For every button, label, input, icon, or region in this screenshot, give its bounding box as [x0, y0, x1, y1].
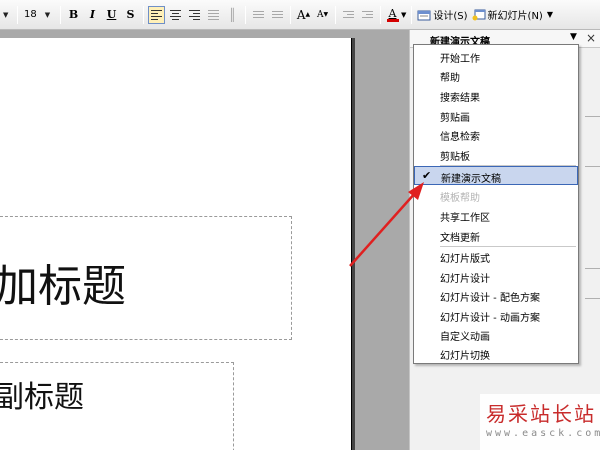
formatting-toolbar: ▼ 18 ▼ B I U S ║ A ▲ A ▼ A ▼ 设计(S) 新幻灯片(… [0, 0, 600, 30]
toolbar-divider [290, 5, 291, 24]
menu-item-getting-started[interactable]: 开始工作 [414, 47, 578, 66]
font-color-icon: A [388, 6, 397, 20]
distribute-button[interactable] [205, 6, 222, 24]
underline-button[interactable]: U [103, 6, 120, 24]
watermark-site-name: 易采站长站 [486, 402, 596, 426]
close-icon[interactable]: × [586, 31, 596, 45]
toolbar-options-icon[interactable]: ▼ [547, 10, 553, 19]
menu-item-color-schemes[interactable]: 幻灯片设计 - 配色方案 [414, 286, 578, 305]
shadow-button[interactable]: S [122, 6, 139, 24]
down-arrow-icon: ▼ [323, 11, 329, 18]
menu-item-clip-art[interactable]: 剪贴画 [414, 106, 578, 125]
slide-canvas[interactable]: 加标题 副标题 [0, 38, 352, 450]
italic-button[interactable]: I [84, 6, 101, 24]
menu-item-template-help[interactable]: 模板帮助 [414, 186, 578, 205]
outdent-icon [343, 11, 354, 18]
design-button[interactable]: 设计(S) [415, 5, 469, 25]
toolbar-divider [143, 5, 144, 24]
toolbar-divider [17, 5, 18, 24]
column-button[interactable]: ║ [224, 6, 241, 24]
grow-font-icon: A [296, 7, 306, 22]
new-slide-label: 新幻灯片(N) [487, 11, 543, 22]
task-pane-menu: 开始工作 帮助 搜索结果 剪贴画 信息检索 剪贴板 ✔ 新建演示文稿 模板帮助 … [413, 44, 579, 364]
chevron-down-icon: ▼ [44, 10, 51, 19]
toolbar-divider [245, 5, 246, 24]
menu-item-animation-schemes[interactable]: 幻灯片设计 - 动画方案 [414, 306, 578, 325]
menu-item-custom-animation[interactable]: 自定义动画 [414, 325, 578, 344]
site-watermark: 易采站长站 www.easck.com [480, 394, 600, 450]
toolbar-divider [411, 5, 413, 24]
increase-font-button[interactable]: A ▲ [295, 6, 312, 24]
indent-icon [362, 11, 373, 18]
design-icon [417, 10, 431, 20]
pane-divider [585, 268, 600, 269]
watermark-url: www.easck.com [486, 428, 600, 439]
menu-item-help[interactable]: 帮助 [414, 66, 578, 85]
decrease-indent-button[interactable] [340, 6, 357, 24]
pane-divider [585, 116, 600, 117]
pane-divider [585, 298, 600, 299]
menu-item-new-presentation[interactable]: ✔ 新建演示文稿 [414, 166, 578, 185]
menu-item-shared-workspace[interactable]: 共享工作区 [414, 206, 578, 225]
menu-item-document-updates[interactable]: 文档更新 [414, 226, 578, 245]
columns-icon: ║ [228, 7, 237, 22]
pane-divider [585, 166, 600, 167]
font-size-value: 18 [24, 9, 37, 20]
up-arrow-icon: ▲ [305, 11, 311, 18]
font-name-dropdown[interactable]: ▼ [0, 5, 14, 25]
bullets-icon [272, 11, 283, 18]
subtitle-placeholder-text: 副标题 [0, 380, 84, 415]
toolbar-divider [60, 5, 61, 24]
align-right-icon [189, 9, 200, 20]
align-right-button[interactable] [186, 6, 203, 24]
chevron-down-icon: ▼ [3, 10, 9, 19]
increase-indent-button[interactable] [359, 6, 376, 24]
design-label: 设计(S) [433, 11, 468, 22]
numbering-button[interactable] [250, 6, 267, 24]
align-left-icon [151, 9, 162, 20]
font-color-swatch [386, 18, 399, 22]
new-slide-icon [472, 9, 486, 20]
task-pane-dropdown-icon[interactable]: ▼ [570, 32, 577, 42]
numbering-icon [253, 11, 264, 18]
bold-button[interactable]: B [65, 6, 82, 24]
justify-icon [208, 9, 219, 20]
align-center-button[interactable] [167, 6, 184, 24]
bullets-button[interactable] [269, 6, 286, 24]
font-size-dropdown[interactable]: 18 ▼ [21, 5, 57, 25]
chevron-down-icon[interactable]: ▼ [401, 11, 406, 19]
font-color-button[interactable]: A [385, 6, 400, 24]
decrease-font-button[interactable]: A ▼ [314, 6, 331, 24]
toolbar-divider [380, 5, 381, 24]
title-placeholder-text: 加标题 [0, 261, 126, 312]
menu-item-search-results[interactable]: 搜索结果 [414, 86, 578, 105]
menu-item-research[interactable]: 信息检索 [414, 125, 578, 144]
menu-item-slide-layout[interactable]: 幻灯片版式 [414, 247, 578, 266]
align-center-icon [170, 9, 181, 20]
new-slide-button[interactable]: 新幻灯片(N) [470, 5, 545, 25]
menu-item-slide-transition[interactable]: 幻灯片切换 [414, 344, 578, 363]
toolbar-divider [335, 5, 336, 24]
menu-item-clipboard[interactable]: 剪贴板 [414, 145, 578, 164]
align-left-button[interactable] [148, 5, 165, 24]
red-arrow-annotation [349, 182, 424, 267]
menu-item-slide-design[interactable]: 幻灯片设计 [414, 267, 578, 286]
